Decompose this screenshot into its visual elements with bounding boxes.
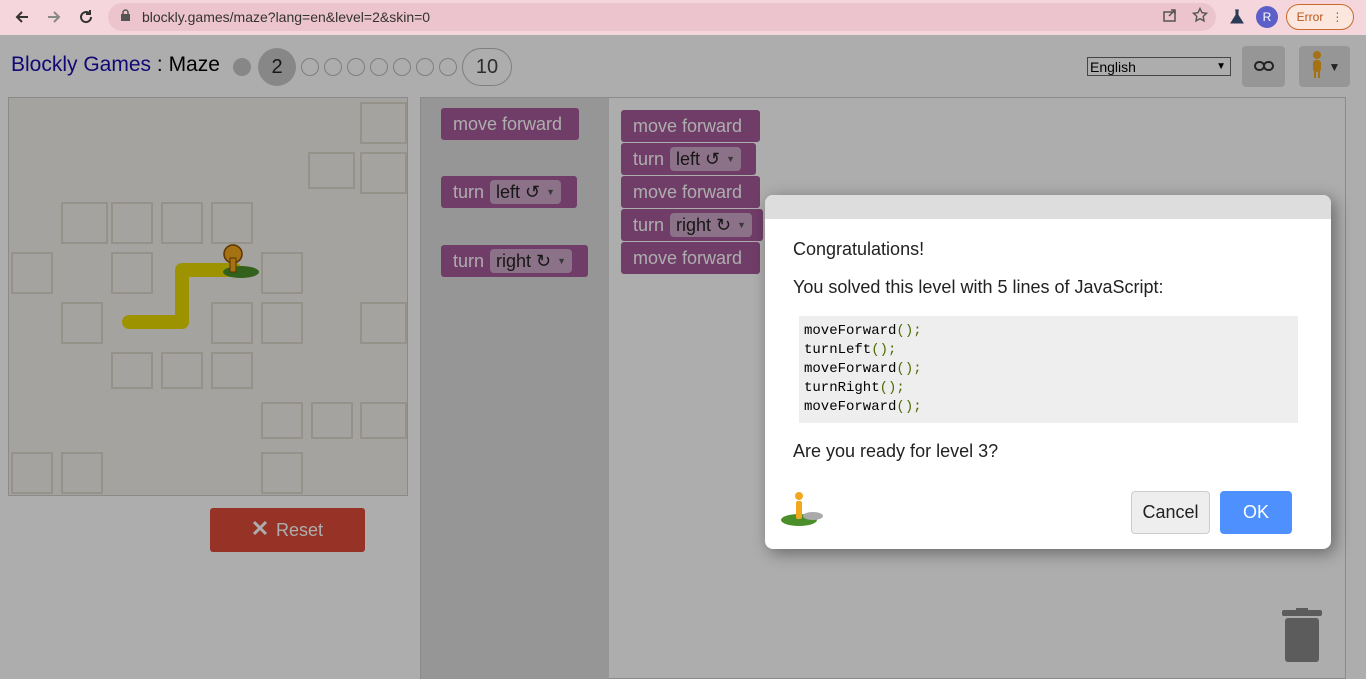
forward-arrow-icon[interactable]: [38, 1, 70, 33]
code-suffix: ();: [896, 399, 922, 415]
code-call: turnRight: [804, 380, 880, 396]
code-suffix: ();: [871, 342, 897, 358]
code-line: moveForward();: [804, 360, 1293, 379]
bookmark-star-icon[interactable]: [1191, 6, 1209, 27]
code-call: moveForward: [804, 399, 897, 415]
code-suffix: ();: [896, 323, 922, 339]
profile-avatar[interactable]: R: [1256, 6, 1278, 28]
cancel-button[interactable]: Cancel: [1131, 491, 1210, 534]
address-bar[interactable]: blockly.games/maze?lang=en&level=2&skin=…: [108, 3, 1216, 31]
share-icon[interactable]: [1162, 7, 1178, 27]
error-button[interactable]: Error ⋮: [1286, 4, 1354, 30]
extension-flask-icon[interactable]: [1226, 6, 1248, 28]
code-line: turnRight();: [804, 379, 1293, 398]
reload-icon[interactable]: [70, 1, 102, 33]
code-line: moveForward();: [804, 322, 1293, 341]
code-call: moveForward: [804, 361, 897, 377]
code-line: turnLeft();: [804, 341, 1293, 360]
code-suffix: ();: [896, 361, 922, 377]
browser-toolbar: blockly.games/maze?lang=en&level=2&skin=…: [0, 0, 1366, 35]
back-arrow-icon[interactable]: [6, 1, 38, 33]
code-call: turnLeft: [804, 342, 872, 358]
error-label: Error: [1296, 10, 1324, 24]
code-suffix: ();: [879, 380, 905, 396]
pegman-icon: [779, 490, 825, 530]
code-call: moveForward: [804, 323, 897, 339]
code-line: moveForward();: [804, 398, 1293, 417]
ok-button[interactable]: OK: [1220, 491, 1292, 534]
lock-icon: [120, 9, 134, 25]
congrats-heading: Congratulations!: [793, 239, 925, 259]
more-vertical-icon: ⋮: [1331, 10, 1344, 24]
code-listing: moveForward(); turnLeft(); moveForward()…: [799, 316, 1298, 423]
solved-message: You solved this level with 5 lines of Ja…: [793, 277, 1164, 297]
congratulations-dialog: Congratulations! You solved this level w…: [765, 195, 1331, 549]
url-text: blockly.games/maze?lang=en&level=2&skin=…: [142, 9, 431, 25]
dialog-header: [765, 195, 1331, 219]
next-level-question: Are you ready for level 3?: [793, 441, 999, 461]
